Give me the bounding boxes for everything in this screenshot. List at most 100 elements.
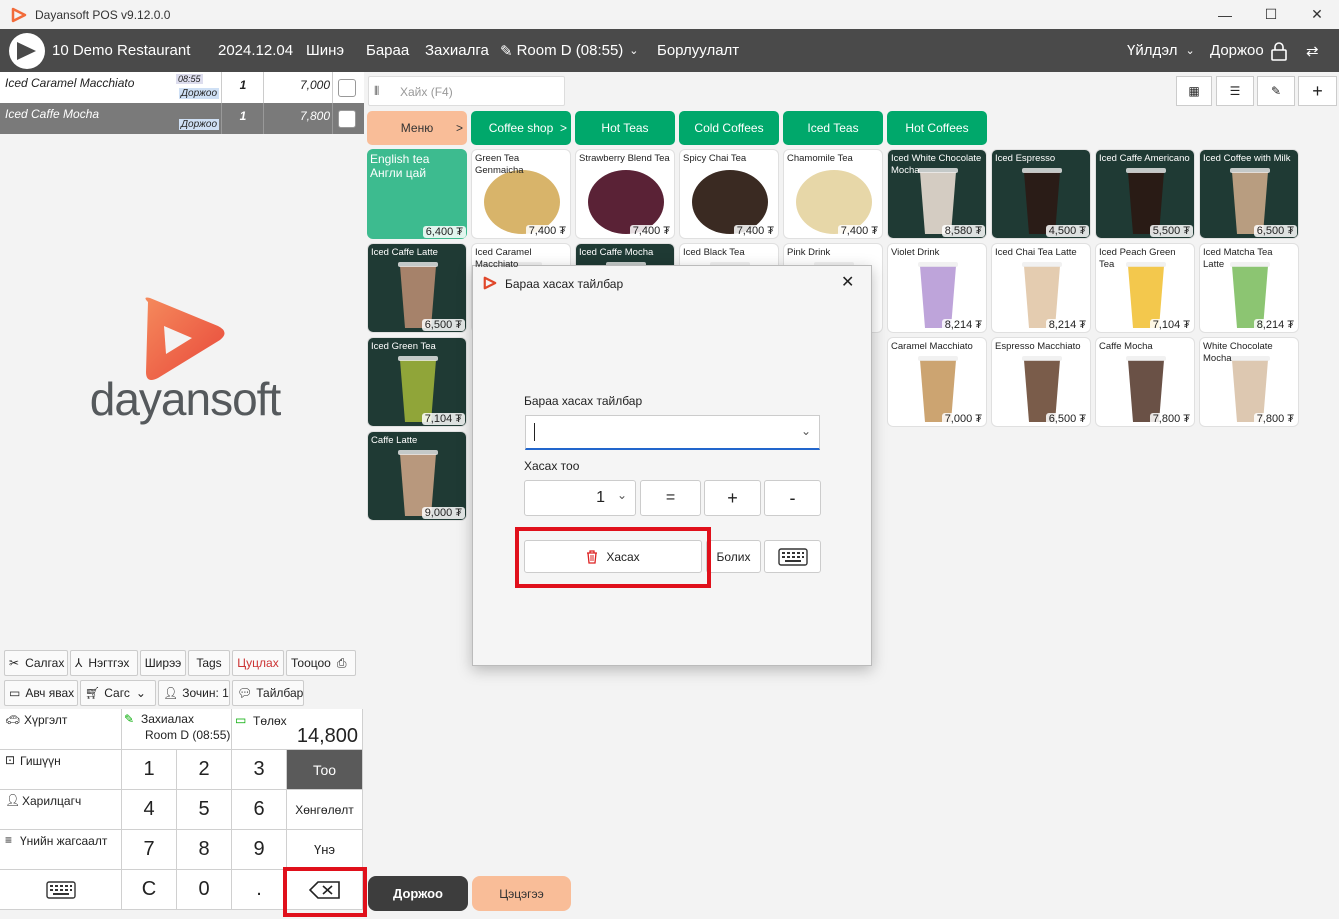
operation-menu[interactable]: Үйлдэл ⌄ — [1127, 29, 1195, 72]
car-icon: 🚗︎ — [5, 713, 21, 727]
waiter-button[interactable]: Доржоо — [368, 876, 468, 911]
product-iced-white-chocolate-mocha[interactable]: Iced White Chocolate Mocha 8,580 ₮ — [887, 149, 987, 239]
split-button[interactable]: ✂ Салгах — [4, 650, 68, 676]
product-price: 7,800 ₮ — [1149, 413, 1193, 425]
minimize-button[interactable]: — — [1202, 0, 1248, 29]
edit-button[interactable]: ✎ — [1257, 76, 1295, 106]
product-iced-espresso[interactable]: Iced Espresso 4,500 ₮ — [991, 149, 1091, 239]
price-mode-button[interactable]: Үнэ — [287, 830, 363, 870]
key-8[interactable]: 8 — [177, 830, 232, 870]
minus-button[interactable]: - — [764, 480, 821, 516]
edit-room-button[interactable]: ✎ Room D (08:55) ⌄ — [500, 29, 639, 72]
product-iced-matcha-tea-latte[interactable]: Iced Matcha Tea Latte 8,214 ₮ — [1199, 243, 1299, 333]
cancel-order-button[interactable]: Цуцлах — [232, 650, 284, 676]
keyboard-button[interactable] — [764, 540, 821, 573]
equals-button[interactable]: = — [640, 480, 701, 516]
key-4[interactable]: 4 — [122, 790, 177, 830]
key-clear[interactable]: C — [122, 870, 177, 910]
product-caffe-latte[interactable]: Caffe Latte 9,000 ₮ — [367, 431, 467, 521]
product-caffe-mocha[interactable]: Caffe Mocha 7,800 ₮ — [1095, 337, 1195, 427]
waiter-lock[interactable]: Доржоо — [1210, 29, 1288, 72]
product-iced-green-tea[interactable]: Iced Green Tea 7,104 ₮ — [367, 337, 467, 427]
nav-sales[interactable]: Борлуулалт — [657, 29, 739, 72]
note-button[interactable]: 💬︎ Тайлбар — [232, 680, 304, 706]
close-window-button[interactable]: ✕ — [1294, 0, 1339, 29]
takeaway-button[interactable]: ▭ Авч явах — [4, 680, 78, 706]
add-button[interactable]: + — [1298, 76, 1337, 106]
product-iced-caffe-latte[interactable]: Iced Caffe Latte 6,500 ₮ — [367, 243, 467, 333]
key-5[interactable]: 5 — [177, 790, 232, 830]
switch-arrows-icon[interactable]: ⇄ — [1306, 29, 1319, 72]
cart-button[interactable]: 🛒︎ Сагс ⌄ — [80, 680, 156, 706]
merge-button[interactable]: ⅄ Нэгтгэх — [70, 650, 138, 676]
key-7[interactable]: 7 — [122, 830, 177, 870]
grid-view-button[interactable]: ▦ — [1176, 76, 1212, 106]
customer-cell[interactable]: 👤︎ Харилцагч — [0, 790, 122, 830]
product-espresso-macchiato[interactable]: Espresso Macchiato 6,500 ₮ — [991, 337, 1091, 427]
table-button[interactable]: Ширээ — [140, 650, 186, 676]
order-room-label: Room D (08:55) — [145, 728, 231, 742]
search-box[interactable]: ⦀ Хайх (F4) — [368, 76, 565, 106]
key-2[interactable]: 2 — [177, 750, 232, 790]
key-0[interactable]: 0 — [177, 870, 232, 910]
discount-mode-button[interactable]: Хөнгөлөлт — [287, 790, 363, 830]
nav-orders[interactable]: Захиалга — [425, 29, 489, 72]
home-logo-icon[interactable] — [6, 29, 48, 72]
qty-mode-button[interactable]: Тоо — [287, 750, 363, 790]
key-6[interactable]: 6 — [232, 790, 287, 830]
delivery-cell[interactable]: 🚗︎ Хүргэлт — [0, 709, 122, 750]
tags-button[interactable]: Tags — [188, 650, 230, 676]
product-green-tea-genmaicha[interactable]: Green Tea Genmaicha 7,400 ₮ — [471, 149, 571, 239]
product-violet-drink[interactable]: Violet Drink 8,214 ₮ — [887, 243, 987, 333]
product-english-tea[interactable]: English tea Англи цай 6,400 ₮ — [367, 149, 467, 239]
product-price: 7,104 ₮ — [421, 413, 465, 425]
cancel-button[interactable]: Болих — [706, 540, 761, 573]
category-hot-teas[interactable]: Hot Teas — [575, 111, 675, 145]
order-line-selected[interactable]: Iced Caffe Mocha Доржоо 1 7,800 — [0, 103, 364, 134]
key-9[interactable]: 9 — [232, 830, 287, 870]
key-dot[interactable]: . — [232, 870, 287, 910]
category-iced-teas[interactable]: Iced Teas — [783, 111, 883, 145]
category-hot-coffees[interactable]: Hot Coffees — [887, 111, 987, 145]
chevron-down-icon: ⌄ — [800, 424, 811, 438]
product-iced-peach-green-tea[interactable]: Iced Peach Green Tea 7,104 ₮ — [1095, 243, 1195, 333]
category-cold-coffees[interactable]: Cold Coffees — [679, 111, 779, 145]
product-chamomile-tea[interactable]: Chamomile Tea 7,400 ₮ — [783, 149, 883, 239]
reason-label: Бараа хасах тайлбар — [524, 394, 643, 408]
product-caramel-macchiato[interactable]: Caramel Macchiato 7,000 ₮ — [887, 337, 987, 427]
clear-button[interactable]: Цэцэгээ — [472, 876, 571, 911]
product-white-chocolate-mocha[interactable]: White Chocolate Mocha 7,800 ₮ — [1199, 337, 1299, 427]
order-room-cell[interactable]: ✎ Захиалах Room D (08:55) — [122, 709, 232, 750]
barcode-icon: ⦀ — [374, 84, 380, 98]
restaurant-name[interactable]: 10 Demo Restaurant — [52, 29, 190, 72]
guests-button[interactable]: 👤︎ Зочин: 1 — [158, 680, 230, 706]
order-checkbox[interactable] — [338, 79, 356, 97]
product-spicy-chai-tea[interactable]: Spicy Chai Tea 7,400 ₮ — [679, 149, 779, 239]
member-cell[interactable]: ⊡ Гишүүн — [0, 750, 122, 790]
total-cell[interactable]: ▭ Төлөх 14,800 — [232, 709, 363, 750]
category-menu[interactable]: Меню > — [367, 111, 467, 145]
keyboard-button[interactable] — [0, 870, 122, 910]
title-bar: Dayansoft POS v9.12.0.0 — ☐ ✕ — [0, 0, 1339, 29]
key-1[interactable]: 1 — [122, 750, 177, 790]
product-iced-chai-tea-latte[interactable]: Iced Chai Tea Latte 8,214 ₮ — [991, 243, 1091, 333]
business-date[interactable]: 2024.12.04 — [218, 29, 293, 72]
product-strawberry-tea[interactable]: Strawberry Blend Tea 7,400 ₮ — [575, 149, 675, 239]
dialog-close-icon[interactable]: ✕ — [841, 272, 854, 292]
plus-button[interactable]: + — [704, 480, 761, 516]
order-line[interactable]: Iced Caramel Macchiato 08:55 Доржоо 1 7,… — [0, 72, 364, 103]
qty-dropdown[interactable]: 1 ⌄ — [524, 480, 636, 516]
key-3[interactable]: 3 — [232, 750, 287, 790]
product-iced-coffee-with-milk[interactable]: Iced Coffee with Milk 6,500 ₮ — [1199, 149, 1299, 239]
order-checkbox[interactable] — [338, 110, 356, 128]
product-iced-caffe-americano[interactable]: Iced Caffe Americano 5,500 ₮ — [1095, 149, 1195, 239]
reason-combobox[interactable]: ⌄ — [525, 415, 820, 450]
list-view-button[interactable]: ☰ — [1216, 76, 1254, 106]
price-list-cell[interactable]: ≡ Үнийн жагсаалт — [0, 830, 122, 870]
bill-button[interactable]: Тооцоо ⎙ — [286, 650, 356, 676]
nav-new[interactable]: Шинэ — [306, 29, 344, 72]
product-price: 7,800 ₮ — [1253, 413, 1297, 425]
nav-items[interactable]: Бараа — [366, 29, 409, 72]
maximize-button[interactable]: ☐ — [1248, 0, 1294, 29]
category-coffee-shop[interactable]: Coffee shop > — [471, 111, 571, 145]
